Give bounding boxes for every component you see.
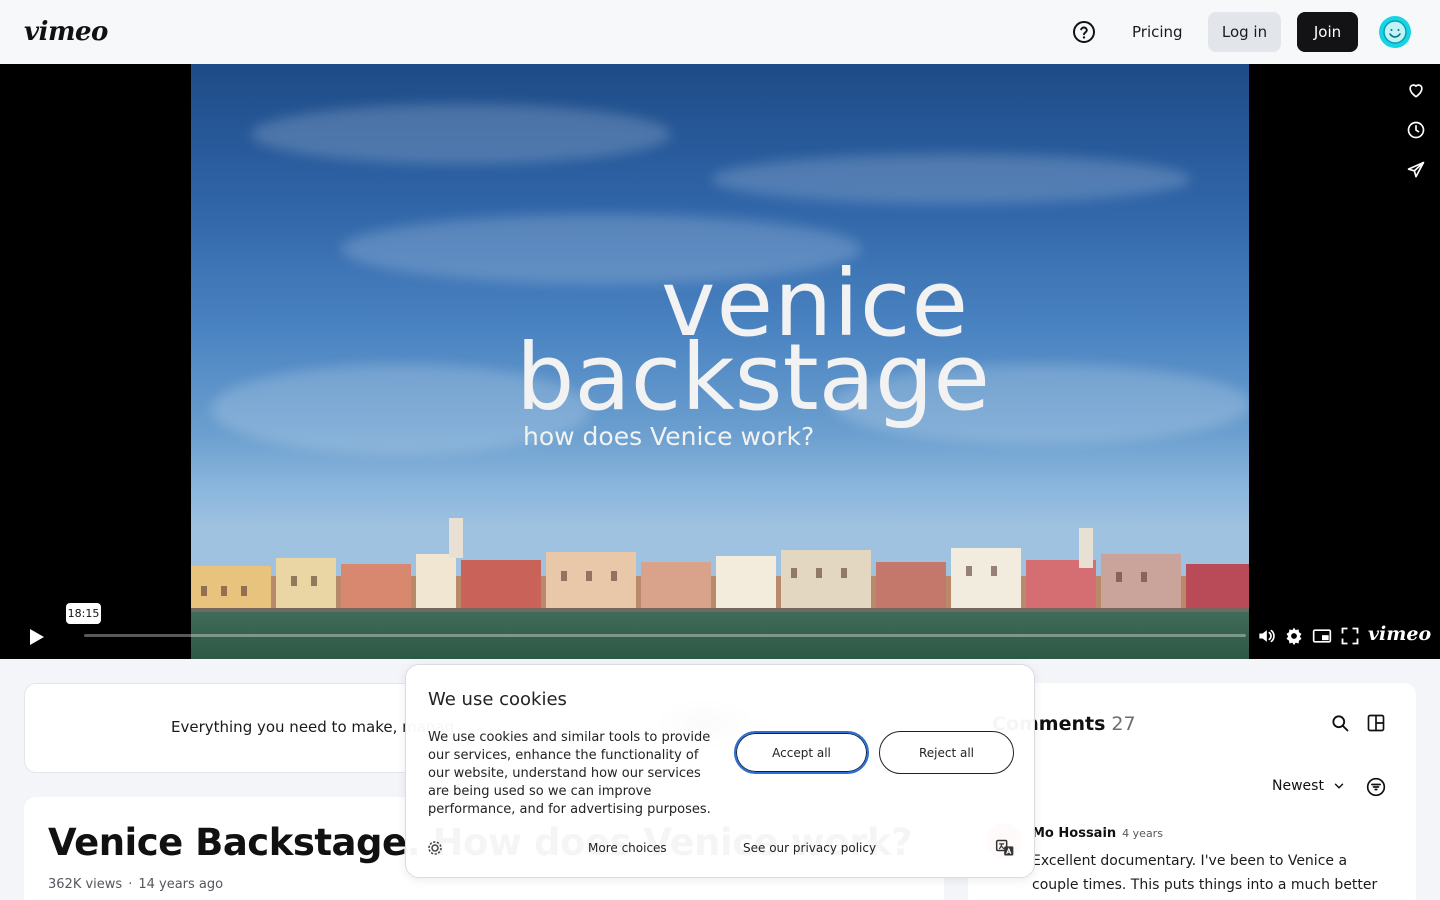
comment-text: Excellent documentary. I've been to Veni… [1032,853,1378,893]
video-player[interactable]: venice backstage how does Venice work? 1… [0,64,1440,659]
settings-icon[interactable] [1283,625,1305,647]
user-avatar[interactable] [1379,16,1411,48]
chevron-down-icon [1334,783,1344,789]
help-icon[interactable] [1072,20,1096,44]
search-icon[interactable] [1330,713,1350,733]
sort-dropdown[interactable]: Newest [1272,778,1346,794]
player-vimeo-logo[interactable]: vimeo [1368,623,1431,645]
privacy-policy-link[interactable]: See our privacy policy [743,841,876,855]
venice-skyline-image [191,518,1249,626]
fullscreen-icon[interactable] [1339,625,1361,647]
filter-icon[interactable] [1366,777,1386,797]
cookie-title: We use cookies [428,689,567,710]
sort-label: Newest [1272,778,1324,794]
clock-icon[interactable] [1404,118,1428,142]
language-translate-icon[interactable] [995,838,1015,858]
comments-panel: Comments 27 Newest Mo Hossain 4 years Exce… [968,683,1416,900]
accept-all-button[interactable]: Accept all [734,731,869,774]
play-icon[interactable] [24,625,48,649]
video-title-overlay-line2: backstage [516,324,991,431]
player-side-actions [1404,78,1428,198]
heart-icon[interactable] [1404,78,1428,102]
comments-count: 27 [1111,713,1136,735]
comment-author-line: Mo Hossain 4 years [1032,826,1163,841]
view-count: 362K views [48,877,123,892]
cookie-settings-icon[interactable] [426,839,444,857]
panel-toggle-icon[interactable] [1366,713,1386,733]
login-button[interactable]: Log in [1208,12,1281,52]
vimeo-logo[interactable]: vimeo [24,17,108,47]
upload-age: 14 years ago [138,877,224,892]
comment-author[interactable]: Mo Hossain [1032,826,1116,841]
more-choices-link[interactable]: More choices [588,841,667,855]
join-button[interactable]: Join [1297,12,1358,52]
send-icon[interactable] [1404,158,1428,182]
comment-age: 4 years [1122,827,1163,840]
pip-icon[interactable] [1311,625,1333,647]
video-frame[interactable]: venice backstage how does Venice work? [191,64,1249,659]
cookie-description: We use cookies and similar tools to prov… [428,730,711,817]
video-title-overlay-line3: how does Venice work? [523,422,815,451]
reject-all-button[interactable]: Reject all [879,731,1014,774]
pricing-link[interactable]: Pricing [1118,12,1197,52]
time-tooltip: 18:15 [66,603,101,624]
volume-icon[interactable] [1255,625,1277,647]
player-controls: 18:15 vimeo [0,603,1440,659]
top-navigation-bar: vimeo Pricing Log in Join [0,0,1440,64]
cookie-consent-dialog: We use cookies We use cookies and simila… [405,664,1035,878]
progress-track[interactable] [84,634,1246,637]
video-meta: 362K views · 14 years ago [48,877,224,892]
